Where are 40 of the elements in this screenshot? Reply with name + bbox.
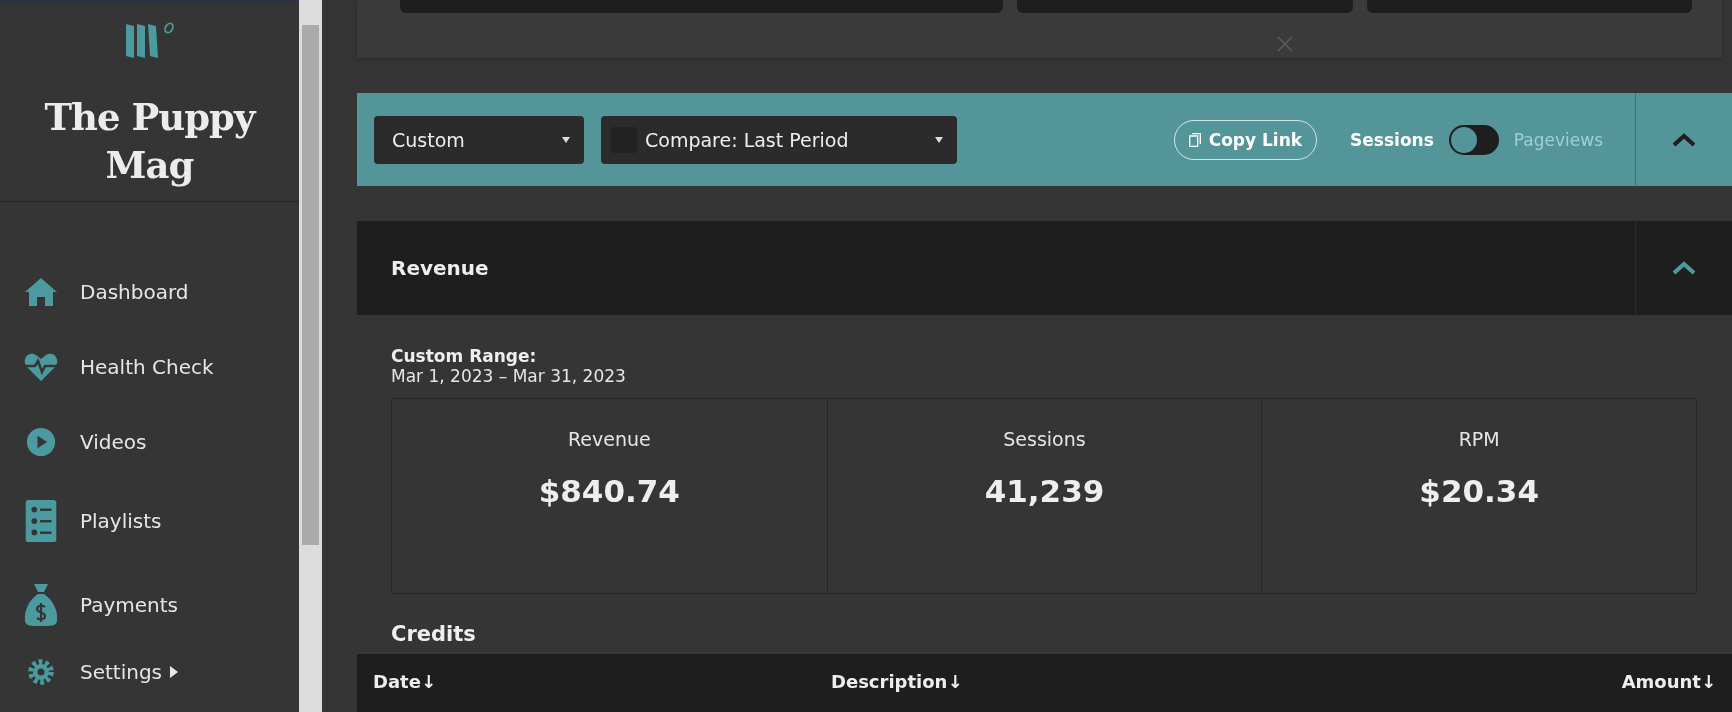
caret-icon — [170, 666, 179, 678]
stat-value: $20.34 — [1419, 473, 1539, 509]
column-header[interactable]: Description↓ — [831, 672, 1622, 692]
logo-icon — [123, 20, 176, 60]
copy-icon — [1188, 132, 1201, 147]
toggle-label: Sessions — [1350, 129, 1434, 150]
home-icon — [24, 276, 58, 307]
stat-value: $840.74 — [538, 473, 680, 509]
toggle-label: Pageviews — [1513, 129, 1603, 150]
caret-icon — [562, 136, 570, 143]
range-label: Custom Range: — [391, 346, 538, 366]
column-header[interactable]: Amount↓ — [1621, 672, 1716, 692]
nav-item[interactable]: Health Check — [0, 329, 299, 404]
toggle-switch[interactable] — [1448, 124, 1499, 155]
money-bag-icon — [24, 583, 58, 627]
stat-label: RPM — [1458, 428, 1500, 450]
section-title: Credits — [391, 622, 477, 646]
date-range: Mar 1, 2023 – Mar 31, 2023 — [391, 366, 627, 386]
heart-pulse-icon — [24, 351, 58, 382]
section-title: Revenue — [390, 256, 489, 280]
stat-label: Revenue — [567, 428, 651, 450]
nav-item[interactable]: Videos — [0, 404, 299, 479]
brand-title: The Puppy Mag — [43, 94, 257, 189]
nav-item[interactable]: Payments — [0, 563, 299, 647]
scrollbar-thumb[interactable] — [302, 25, 319, 545]
range-dropdown[interactable]: Custom — [374, 115, 584, 164]
close-icon[interactable] — [1277, 36, 1293, 52]
nav-item[interactable]: Settings — [0, 647, 299, 697]
column-header[interactable]: Date↓ — [373, 672, 831, 692]
compare-dropdown[interactable]: Compare: Last Period — [601, 115, 957, 164]
chevron-icon — [1672, 261, 1696, 275]
nav-item[interactable]: Playlists — [0, 479, 299, 563]
stat-label: Sessions — [1003, 428, 1086, 450]
stat-value: 41,239 — [984, 473, 1105, 509]
list-icon — [24, 499, 58, 543]
caret-icon — [935, 136, 943, 143]
nav-item[interactable]: Dashboard — [0, 254, 299, 329]
chevron-icon — [1672, 132, 1696, 147]
scrollbar[interactable] — [299, 0, 322, 712]
play-icon — [24, 426, 58, 457]
